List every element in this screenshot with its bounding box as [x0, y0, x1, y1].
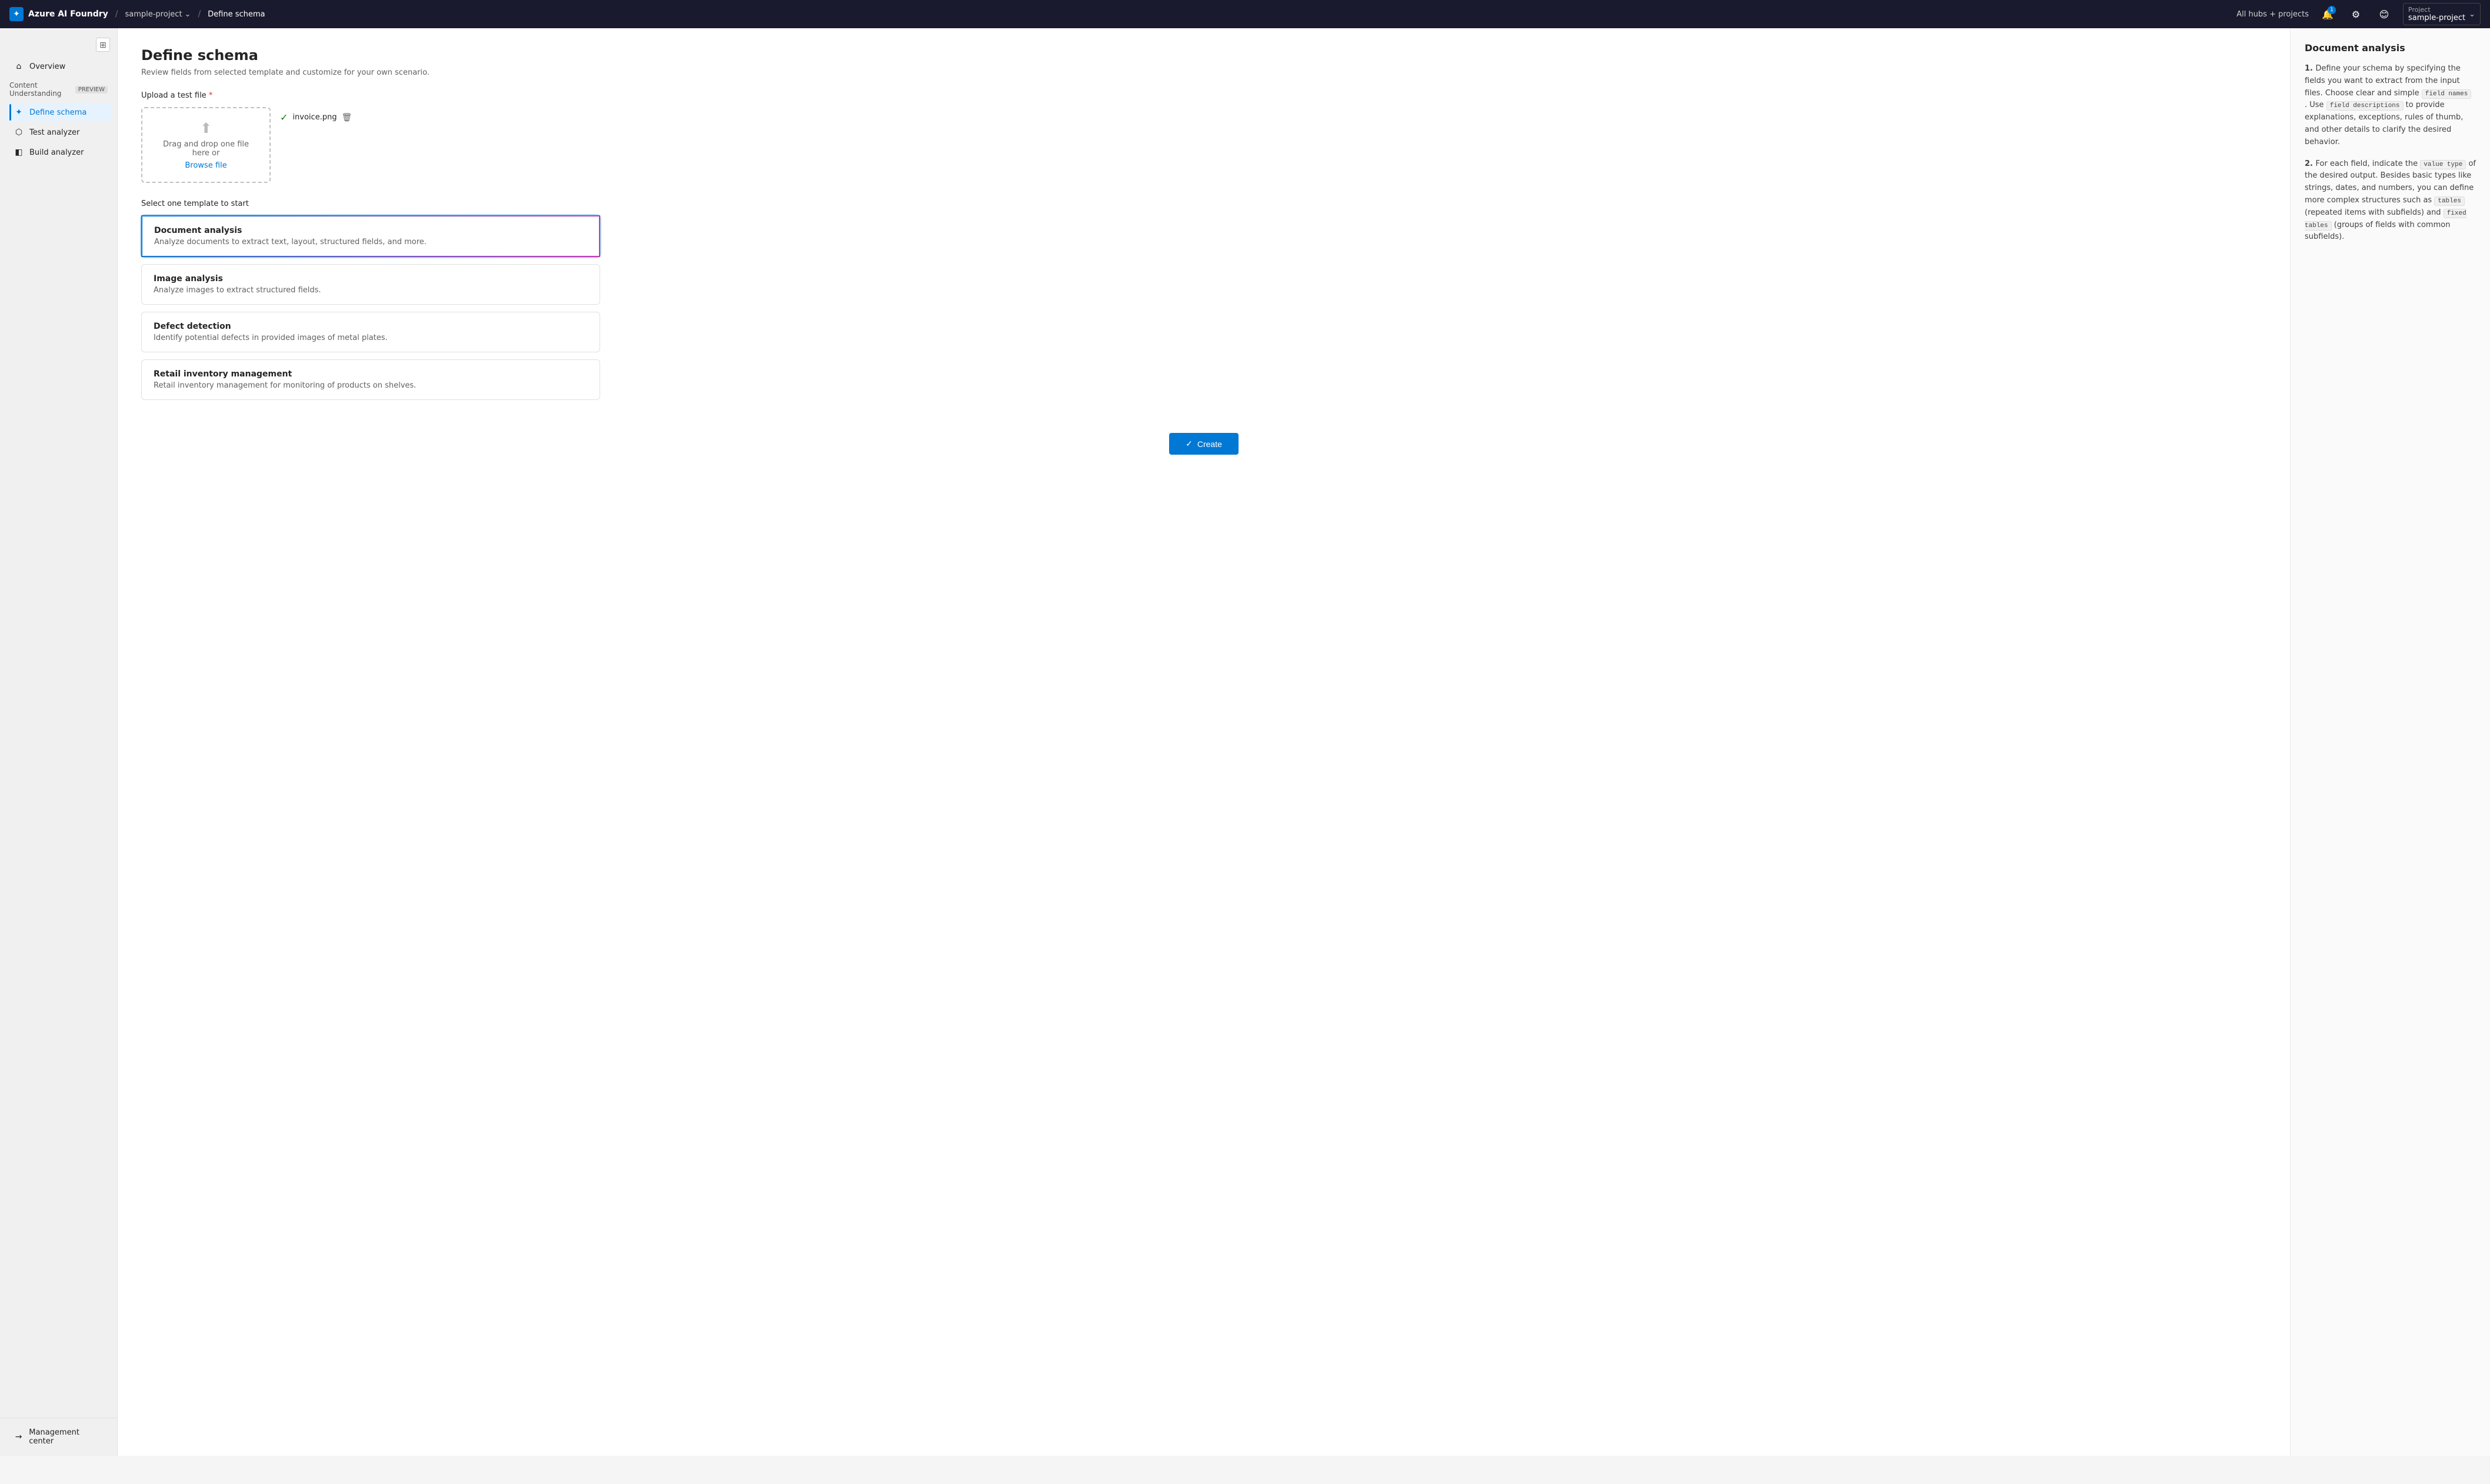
delete-file-button[interactable]: 🗑	[342, 113, 352, 122]
template-title-defect: Defect detection	[154, 322, 588, 331]
app-layout: ⊞ ⌂ Overview Content Understanding PREVI…	[0, 28, 2490, 1456]
template-desc-image: Analyze images to extract structured fie…	[154, 286, 588, 295]
app-logo[interactable]: ✦ Azure AI Foundry	[9, 7, 108, 21]
upload-dropzone[interactable]: ⬆ Drag and drop one file here or Browse …	[141, 107, 271, 183]
upload-drag-text: Drag and drop one file here or	[154, 140, 258, 158]
template-list: Document analysis Analyze documents to e…	[141, 215, 600, 400]
notifications-button[interactable]: 🔔 1	[2318, 5, 2337, 24]
test-analyzer-icon: ⬡	[14, 128, 24, 137]
page-subtitle: Review fields from selected template and…	[141, 68, 2266, 77]
project-selector[interactable]: Project sample-project ⌄	[2403, 3, 2481, 25]
sidebar-label-overview: Overview	[29, 62, 65, 71]
code-field-descriptions: field descriptions	[2326, 101, 2404, 111]
upload-label: Upload a test file *	[141, 91, 2266, 100]
app-name: Azure AI Foundry	[28, 9, 108, 19]
template-title-retail: Retail inventory management	[154, 369, 588, 379]
upload-area-wrapper: ⬆ Drag and drop one file here or Browse …	[141, 107, 2266, 183]
section-title: Content Understanding	[9, 81, 75, 98]
uploaded-file-item: ✓ invoice.png 🗑	[280, 112, 352, 123]
uploaded-files-list: ✓ invoice.png 🗑	[280, 107, 352, 123]
sidebar-bottom: → Management center	[0, 1418, 117, 1451]
logo-icon: ✦	[9, 7, 24, 21]
sidebar-toggle-button[interactable]: ⊞	[96, 38, 110, 52]
sidebar-item-overview[interactable]: ⌂ Overview	[5, 57, 112, 76]
page-title: Define schema	[141, 47, 2266, 64]
sidebar: ⊞ ⌂ Overview Content Understanding PREVI…	[0, 28, 118, 1456]
sidebar-item-management[interactable]: → Management center	[5, 1423, 112, 1450]
management-icon: →	[14, 1432, 23, 1442]
sidebar-toggle-area: ⊞	[0, 33, 117, 56]
template-desc-retail: Retail inventory management for monitori…	[154, 381, 588, 390]
create-checkmark-icon: ✓	[1186, 439, 1193, 449]
preview-badge: PREVIEW	[75, 86, 108, 94]
browse-link[interactable]: Browse file	[185, 161, 227, 170]
settings-button[interactable]: ⚙	[2346, 5, 2365, 24]
breadcrumb-sep-2: /	[198, 9, 201, 19]
top-nav-right: All hubs + projects 🔔 1 ⚙ 😊 Project samp…	[2236, 3, 2481, 25]
current-page-breadcrumb: Define schema	[208, 10, 265, 19]
create-button-area: ✓ Create	[141, 419, 2266, 483]
sidebar-label-define-schema: Define schema	[29, 108, 86, 117]
panel-help-list: Define your schema by specifying the fie…	[2305, 63, 2476, 244]
account-button[interactable]: 😊	[2375, 5, 2394, 24]
template-section: Select one template to start Document an…	[141, 199, 2266, 400]
chevron-down-icon: ⌄	[2469, 10, 2475, 19]
top-navigation: ✦ Azure AI Foundry / sample-project ⌄ / …	[0, 0, 2490, 28]
sidebar-item-define-schema[interactable]: ✦ Define schema	[5, 103, 112, 122]
build-analyzer-icon: ◧	[14, 148, 24, 157]
sidebar-label-build-analyzer: Build analyzer	[29, 148, 84, 157]
template-card-defect-detection[interactable]: Defect detection Identify potential defe…	[141, 312, 600, 352]
sidebar-label-test-analyzer: Test analyzer	[29, 128, 79, 137]
template-title-image: Image analysis	[154, 274, 588, 284]
template-desc-defect: Identify potential defects in provided i…	[154, 334, 588, 342]
create-button[interactable]: ✓ Create	[1169, 433, 1239, 455]
panel-help-item-2: For each field, indicate the value type …	[2305, 158, 2476, 244]
right-panel: Document analysis Define your schema by …	[2290, 28, 2490, 1456]
file-check-icon: ✓	[280, 112, 288, 123]
template-title-document: Document analysis	[154, 226, 587, 235]
main-content: Define schema Review fields from selecte…	[118, 28, 2290, 1456]
template-desc-document: Analyze documents to extract text, layou…	[154, 238, 587, 246]
code-tables: tables	[2434, 196, 2465, 206]
uploaded-filename: invoice.png	[292, 113, 337, 122]
notification-badge: 1	[2328, 6, 2336, 14]
sidebar-item-test-analyzer[interactable]: ⬡ Test analyzer	[5, 123, 112, 142]
sidebar-item-build-analyzer[interactable]: ◧ Build analyzer	[5, 143, 112, 162]
required-indicator: *	[209, 91, 213, 100]
panel-title: Document analysis	[2305, 42, 2476, 54]
define-schema-icon: ✦	[14, 108, 24, 117]
template-card-image-analysis[interactable]: Image analysis Analyze images to extract…	[141, 264, 600, 305]
project-link[interactable]: sample-project ⌄	[125, 10, 191, 19]
code-field-names: field names	[2422, 89, 2472, 99]
overview-icon: ⌂	[14, 62, 24, 71]
code-value-type: value type	[2420, 160, 2466, 169]
sidebar-section-header: Content Understanding PREVIEW	[0, 76, 117, 102]
breadcrumb-sep-1: /	[115, 9, 118, 19]
sidebar-label-management: Management center	[29, 1428, 103, 1446]
panel-help-item-1: Define your schema by specifying the fie…	[2305, 63, 2476, 149]
template-card-document-analysis[interactable]: Document analysis Analyze documents to e…	[141, 215, 600, 257]
upload-section: Upload a test file * ⬆ Drag and drop one…	[141, 91, 2266, 183]
template-section-label: Select one template to start	[141, 199, 2266, 208]
hubs-link[interactable]: All hubs + projects	[2236, 10, 2309, 19]
upload-icon: ⬆	[200, 120, 212, 136]
template-card-retail-inventory[interactable]: Retail inventory management Retail inven…	[141, 359, 600, 400]
